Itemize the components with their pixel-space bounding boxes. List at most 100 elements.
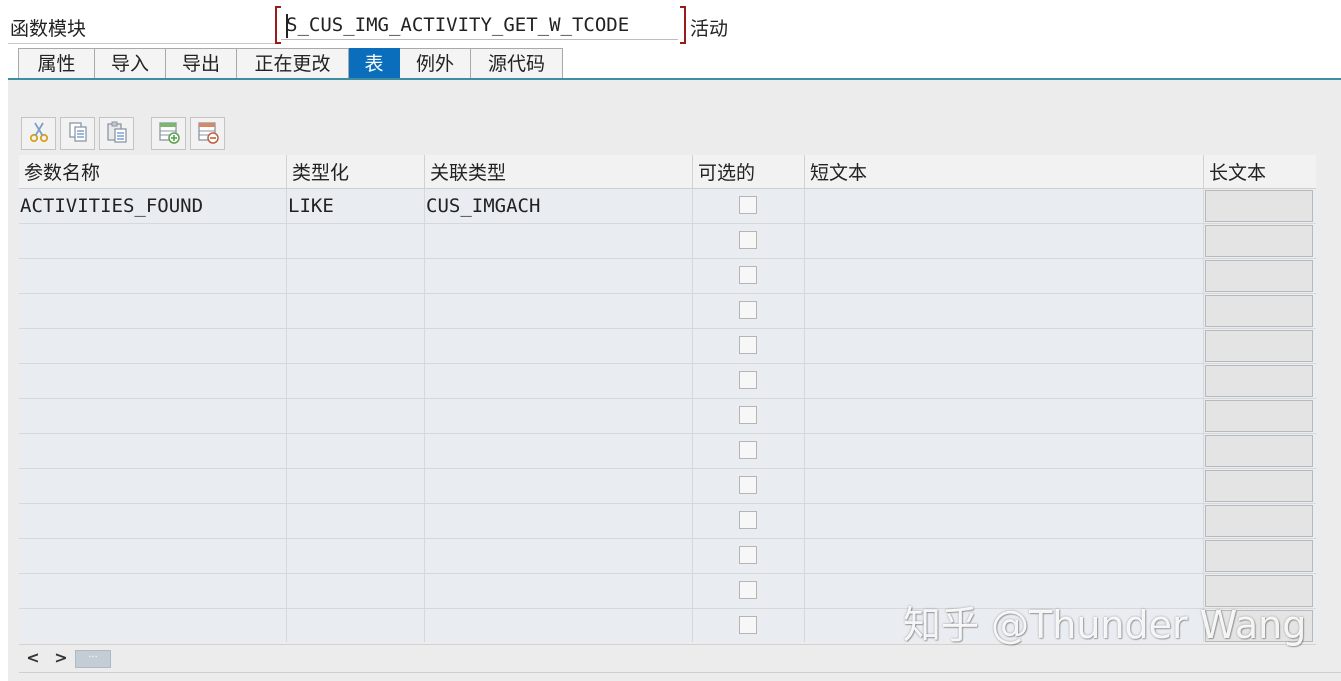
long-text-button[interactable] xyxy=(1205,470,1313,502)
col-header-ref-type[interactable]: 关联类型 xyxy=(425,155,693,189)
long-text-button[interactable] xyxy=(1205,540,1313,572)
cell-short-text[interactable] xyxy=(805,224,1204,259)
optional-checkbox[interactable] xyxy=(739,581,757,599)
col-header-param-name[interactable]: 参数名称 xyxy=(19,155,287,189)
optional-checkbox[interactable] xyxy=(739,546,757,564)
cell-typing[interactable] xyxy=(287,224,425,259)
cell-param-name[interactable] xyxy=(19,329,287,364)
tab-import[interactable]: 导入 xyxy=(95,48,166,79)
tab-exceptions[interactable]: 例外 xyxy=(400,48,471,79)
cell-short-text[interactable] xyxy=(805,294,1204,329)
insert-row-button[interactable] xyxy=(151,117,186,150)
long-text-button[interactable] xyxy=(1205,610,1313,642)
cell-ref-type[interactable] xyxy=(425,539,693,574)
cell-short-text[interactable] xyxy=(805,329,1204,364)
cell-ref-type[interactable] xyxy=(425,259,693,294)
optional-checkbox[interactable] xyxy=(739,441,757,459)
col-header-long-text[interactable]: 长文本 xyxy=(1204,155,1316,189)
scroll-right-button[interactable]: > xyxy=(49,648,73,668)
cell-ref-type[interactable] xyxy=(425,434,693,469)
paste-button[interactable] xyxy=(99,117,134,150)
long-text-button[interactable] xyxy=(1205,190,1313,222)
cell-param-name[interactable] xyxy=(19,399,287,434)
long-text-button[interactable] xyxy=(1205,400,1313,432)
cell-short-text[interactable] xyxy=(805,434,1204,469)
cell-ref-type[interactable] xyxy=(425,329,693,364)
cell-param-name[interactable] xyxy=(19,469,287,504)
cell-short-text[interactable] xyxy=(805,399,1204,434)
optional-checkbox[interactable] xyxy=(739,616,757,634)
optional-checkbox[interactable] xyxy=(739,476,757,494)
cell-typing[interactable] xyxy=(287,259,425,294)
optional-checkbox[interactable] xyxy=(739,511,757,529)
cell-short-text[interactable] xyxy=(805,364,1204,399)
cell-short-text[interactable] xyxy=(805,504,1204,539)
optional-checkbox[interactable] xyxy=(739,196,757,214)
cell-ref-type[interactable] xyxy=(425,574,693,609)
cell-ref-type[interactable] xyxy=(425,294,693,329)
cut-button[interactable] xyxy=(21,117,56,150)
cell-short-text[interactable] xyxy=(805,574,1204,609)
cell-typing[interactable] xyxy=(287,399,425,434)
cell-ref-type[interactable] xyxy=(425,469,693,504)
delete-row-button[interactable] xyxy=(190,117,225,150)
long-text-button[interactable] xyxy=(1205,505,1313,537)
cell-param-name[interactable] xyxy=(19,224,287,259)
cell-param-name[interactable] xyxy=(19,539,287,574)
cell-ref-type[interactable] xyxy=(425,609,693,642)
cell-short-text[interactable] xyxy=(805,259,1204,294)
cell-typing[interactable]: LIKE xyxy=(287,189,425,224)
cell-short-text[interactable] xyxy=(805,469,1204,504)
scroll-left-button[interactable]: < xyxy=(21,648,45,668)
cell-param-name[interactable] xyxy=(19,294,287,329)
col-header-optional[interactable]: 可选的 xyxy=(693,155,805,189)
cell-short-text[interactable] xyxy=(805,539,1204,574)
tab-source-code[interactable]: 源代码 xyxy=(471,48,563,79)
cell-ref-type[interactable] xyxy=(425,224,693,259)
cell-typing[interactable] xyxy=(287,364,425,399)
cell-ref-type[interactable] xyxy=(425,399,693,434)
col-header-typing[interactable]: 类型化 xyxy=(287,155,425,189)
optional-checkbox[interactable] xyxy=(739,231,757,249)
long-text-button[interactable] xyxy=(1205,225,1313,257)
cell-param-name[interactable] xyxy=(19,364,287,399)
cell-param-name[interactable]: ACTIVITIES_FOUND xyxy=(19,189,287,224)
optional-checkbox[interactable] xyxy=(739,301,757,319)
cell-param-name[interactable] xyxy=(19,574,287,609)
cell-typing[interactable] xyxy=(287,469,425,504)
cell-typing[interactable] xyxy=(287,574,425,609)
tab-changing[interactable]: 正在更改 xyxy=(237,48,349,79)
function-module-field[interactable]: S_CUS_IMG_ACTIVITY_GET_W_TCODE xyxy=(281,10,678,40)
long-text-button[interactable] xyxy=(1205,295,1313,327)
cell-ref-type[interactable] xyxy=(425,364,693,399)
cell-typing[interactable] xyxy=(287,609,425,642)
tab-export[interactable]: 导出 xyxy=(166,48,237,79)
long-text-button[interactable] xyxy=(1205,260,1313,292)
cell-typing[interactable] xyxy=(287,294,425,329)
cell-ref-type[interactable]: CUS_IMGACH xyxy=(425,189,693,224)
tab-tables[interactable]: 表 xyxy=(349,48,400,79)
cell-typing[interactable] xyxy=(287,539,425,574)
cell-typing[interactable] xyxy=(287,434,425,469)
cell-typing[interactable] xyxy=(287,329,425,364)
scroll-thumb[interactable]: ··· xyxy=(75,650,111,668)
cell-param-name[interactable] xyxy=(19,259,287,294)
cell-param-name[interactable] xyxy=(19,434,287,469)
long-text-button[interactable] xyxy=(1205,435,1313,467)
cell-short-text[interactable] xyxy=(805,189,1204,224)
optional-checkbox[interactable] xyxy=(739,406,757,424)
long-text-button[interactable] xyxy=(1205,330,1313,362)
optional-checkbox[interactable] xyxy=(739,371,757,389)
optional-checkbox[interactable] xyxy=(739,336,757,354)
cell-ref-type[interactable] xyxy=(425,504,693,539)
long-text-button[interactable] xyxy=(1205,575,1313,607)
tab-attributes[interactable]: 属性 xyxy=(18,48,95,79)
optional-checkbox[interactable] xyxy=(739,266,757,284)
cell-param-name[interactable] xyxy=(19,609,287,642)
copy-button[interactable] xyxy=(60,117,95,150)
cell-param-name[interactable] xyxy=(19,504,287,539)
long-text-button[interactable] xyxy=(1205,365,1313,397)
col-header-short-text[interactable]: 短文本 xyxy=(805,155,1204,189)
cell-typing[interactable] xyxy=(287,504,425,539)
cell-short-text[interactable] xyxy=(805,609,1204,642)
